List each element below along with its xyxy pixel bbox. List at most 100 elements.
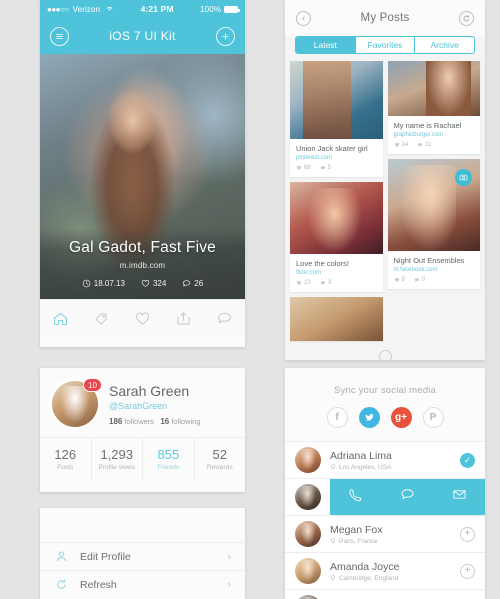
contact-row-partial[interactable] — [285, 589, 485, 599]
menu-phone-panel: Edit Profile › Refresh › — [40, 508, 245, 599]
stat-label: Friends — [157, 464, 180, 471]
heart-icon — [296, 280, 302, 285]
post-title: Night Out Ensembles — [393, 256, 465, 265]
refresh-icon — [54, 578, 69, 591]
contact-location-label: Los Angeles, USA — [339, 463, 392, 471]
tab-latest[interactable]: Latest — [296, 37, 356, 53]
back-circle-icon[interactable]: ‹ — [296, 10, 311, 26]
sync-title: Sync your social media — [333, 385, 437, 396]
pinterest-icon[interactable]: P — [422, 407, 444, 428]
camera-icon[interactable] — [455, 169, 472, 186]
tab-favorites[interactable]: Favorites — [356, 37, 416, 53]
post-title: My name is Rachael — [393, 121, 462, 130]
profile-stats-row: 126 Posts 1,293 Profile views 855 Friend… — [40, 437, 245, 481]
sync-header: Sync your social media f g+ P — [285, 368, 485, 441]
stat-friends[interactable]: 855 Friends — [143, 438, 195, 481]
contact-row[interactable]: Amanda Joyce Cambridge, England + — [285, 552, 485, 589]
contact-add-button[interactable]: + — [460, 526, 475, 542]
profile-name: Sarah Green — [109, 382, 190, 399]
heart-icon — [296, 165, 302, 170]
facebook-icon[interactable]: f — [326, 407, 348, 428]
hero-overlay: Gal Gadot, Fast Five m.imdb.com 18.07.13… — [40, 228, 245, 299]
tag-icon[interactable] — [93, 310, 110, 332]
menu-item-edit-profile[interactable]: Edit Profile › — [40, 542, 245, 570]
comment-icon — [414, 278, 420, 282]
avatar — [295, 595, 321, 599]
feed-navbar: iOS 7 UI Kit — [40, 18, 245, 54]
hero-comments[interactable]: 26 — [182, 279, 203, 288]
post-source[interactable]: graphicburger.com — [394, 132, 475, 138]
bottom-tabbar — [40, 299, 245, 341]
menu-top-spacer — [40, 508, 245, 542]
followers-count: 186 — [109, 416, 123, 426]
contact-added-check[interactable]: ✓ — [460, 452, 475, 468]
notification-badge: 10 — [83, 378, 102, 392]
stat-rewards[interactable]: 52 Rewards — [195, 438, 246, 481]
post-card[interactable]: Union Jack skater girl pinterest.com 68 … — [290, 61, 383, 177]
hamburger-circle-icon[interactable] — [50, 26, 69, 46]
post-photo — [387, 61, 480, 116]
battery-indicator: 100% — [200, 5, 240, 14]
post-photo — [290, 297, 383, 341]
home-icon[interactable] — [52, 310, 69, 332]
contact-info: Adriana Lima Los Angeles, USA — [330, 450, 451, 471]
comment-icon — [417, 143, 423, 147]
hero-date: 18.07.13 — [82, 279, 125, 288]
clock-icon — [82, 279, 91, 288]
post-card[interactable] — [290, 297, 383, 341]
post-body: Union Jack skater girl pinterest.com 68 … — [290, 139, 383, 177]
post-stats: 9 0 — [394, 277, 475, 283]
menu-item-label: Refresh — [80, 578, 117, 591]
plus-circle-icon[interactable] — [215, 26, 235, 46]
hero-comments-label: 26 — [194, 279, 204, 288]
avatar-wrapper[interactable]: 10 — [52, 378, 102, 427]
contact-row[interactable]: Megan Fox Paris, France + — [285, 515, 485, 552]
comment-icon[interactable] — [216, 310, 233, 332]
posts-header: ‹ My Posts — [285, 0, 485, 36]
stat-value: 1,293 — [100, 447, 134, 462]
share-icon[interactable] — [175, 310, 192, 332]
heart-icon — [141, 279, 150, 287]
stat-posts[interactable]: 126 Posts — [40, 438, 92, 481]
phone-icon[interactable] — [348, 487, 363, 507]
posts-title: My Posts — [360, 12, 410, 24]
chevron-right-icon: › — [227, 550, 231, 563]
hero-likes[interactable]: 324 — [141, 279, 166, 288]
post-card[interactable]: My name is Rachael graphicburger.com 34 … — [387, 61, 480, 154]
googleplus-icon[interactable]: g+ — [390, 407, 412, 428]
heart-icon[interactable] — [134, 310, 151, 332]
post-stats: 23 3 — [296, 280, 377, 286]
hero-post[interactable]: Gal Gadot, Fast Five m.imdb.com 18.07.13… — [40, 54, 245, 299]
avatar — [294, 484, 321, 510]
contact-name: Amanda Joyce — [330, 560, 400, 573]
post-stats: 68 5 — [296, 165, 377, 171]
post-card[interactable]: Night Out Ensembles m.facebook.com 9 0 — [387, 159, 480, 289]
twitter-icon[interactable] — [358, 407, 380, 428]
wifi-icon — [105, 4, 114, 14]
contact-swipe-actions-row — [285, 478, 485, 515]
posts-grid-overflow — [285, 297, 485, 341]
posts-column-right-overflow — [388, 297, 481, 341]
post-likes: 34 — [394, 142, 408, 148]
mail-icon[interactable] — [452, 487, 467, 507]
page-title: iOS 7 UI Kit — [109, 29, 176, 43]
post-comments: 0 — [414, 277, 425, 283]
feed-phone-panel: ●●●○○ Verizon 4:21 PM 100% iOS 7 UI Kit … — [40, 0, 245, 347]
menu-item-refresh[interactable]: Refresh › — [40, 570, 245, 598]
posts-column-left-overflow — [290, 297, 383, 341]
chat-icon[interactable] — [400, 487, 415, 507]
posts-column-right: My name is Rachael graphicburger.com 34 … — [387, 61, 480, 292]
contact-location: Paris, France — [330, 538, 451, 545]
post-source[interactable]: m.facebook.com — [394, 267, 475, 273]
contact-row[interactable]: Adriana Lima Los Angeles, USA ✓ — [285, 441, 485, 478]
refresh-circle-icon[interactable] — [458, 10, 474, 26]
contact-add-button[interactable]: + — [460, 563, 475, 579]
post-source[interactable]: pinterest.com — [296, 155, 377, 161]
stat-profile-views[interactable]: 1,293 Profile views — [92, 438, 143, 481]
followers-label: followers — [124, 416, 155, 426]
tab-archive[interactable]: Archive — [415, 37, 474, 53]
avatar — [295, 521, 321, 547]
chevron-right-icon: › — [227, 578, 231, 591]
post-card[interactable]: Love the colors! flickr.com 23 3 — [290, 182, 383, 292]
post-source[interactable]: flickr.com — [296, 270, 377, 276]
